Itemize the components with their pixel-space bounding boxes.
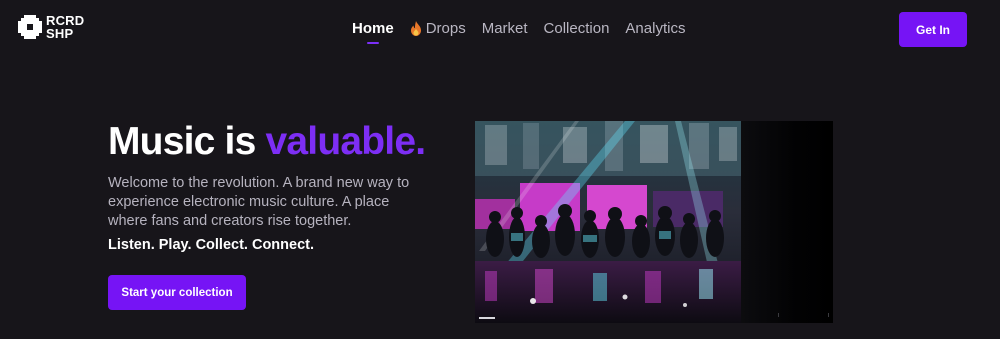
fire-icon (410, 21, 421, 36)
hero-title: Music is valuable. (108, 120, 427, 164)
nav-item-collection[interactable]: Collection (544, 20, 610, 37)
main-nav: Home Drops Market Collection Analytics (352, 20, 685, 44)
brand-line-2: SHP (46, 26, 74, 41)
hero-video[interactable] (475, 121, 833, 323)
club-crowd-image (475, 121, 741, 323)
hero-description: Welcome to the revolution. A brand new w… (108, 175, 410, 229)
nav-item-market[interactable]: Market (482, 20, 528, 37)
nav-item-label: Market (481, 20, 528, 37)
pixel-blob-logo-icon (18, 15, 42, 39)
hero-tagline: Listen. Play. Collect. Connect. (108, 237, 314, 253)
video-progress-indicator[interactable] (479, 317, 495, 319)
nav-item-home[interactable]: Home (352, 20, 394, 44)
video-tick-mark (778, 313, 779, 317)
media-dark-panel (741, 121, 833, 323)
page: RCRD SHP Home Drops Market Collection An… (0, 0, 1000, 339)
nav-item-drops[interactable]: Drops (410, 20, 466, 37)
hero-title-accent: valuable. (265, 120, 427, 163)
start-collection-button[interactable]: Start your collection (108, 275, 246, 310)
nav-item-label: Collection (543, 20, 610, 37)
video-tick-mark (828, 313, 829, 317)
nav-item-analytics[interactable]: Analytics (625, 20, 685, 37)
nav-item-label: Home (352, 20, 394, 37)
nav-item-label: Drops (425, 20, 466, 37)
hero-title-main: Music is (108, 120, 266, 163)
brand-wordmark: RCRD SHP (46, 14, 84, 40)
brand-logo[interactable]: RCRD SHP (18, 14, 84, 40)
nav-item-label: Analytics (625, 20, 686, 37)
get-in-button[interactable]: Get In (899, 12, 967, 47)
